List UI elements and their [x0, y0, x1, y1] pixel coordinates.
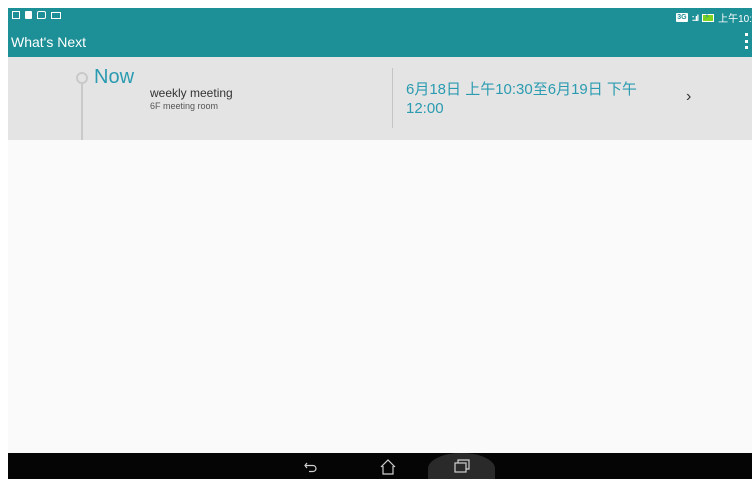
- document-icon: [25, 11, 32, 19]
- home-icon[interactable]: [372, 453, 402, 479]
- image-icon: [12, 11, 20, 19]
- status-icons-left: [12, 11, 61, 19]
- overflow-menu-icon[interactable]: [743, 33, 749, 49]
- navigation-bar: [8, 453, 752, 479]
- sync-icon: [37, 11, 46, 19]
- now-label: Now: [94, 66, 135, 88]
- screen-icon: [51, 12, 61, 19]
- timeline-dot-icon: [76, 72, 88, 84]
- status-bar: 3G :.ıl 上午10:: [8, 8, 752, 25]
- action-bar: What's Next: [8, 25, 752, 57]
- event-title: weekly meeting: [150, 86, 233, 100]
- chevron-right-icon[interactable]: ›: [686, 88, 691, 106]
- status-icons-right: 3G :.ıl 上午10:: [676, 10, 752, 25]
- event-time-range: 6月18日 上午10:30至6月19日 下午12:00: [406, 81, 637, 117]
- battery-charging-icon: [702, 12, 715, 22]
- divider: [392, 68, 393, 128]
- event-list-item[interactable]: Now weekly meeting 6F meeting room 6月18日…: [8, 57, 752, 140]
- signal-icon: :.ıl: [691, 12, 699, 23]
- timeline-line: [81, 79, 83, 140]
- recent-apps-icon[interactable]: [446, 453, 476, 479]
- network-icon: 3G: [676, 13, 688, 22]
- back-icon[interactable]: [296, 453, 326, 479]
- clock: 上午10:: [718, 14, 752, 25]
- event-location: 6F meeting room: [150, 101, 219, 111]
- app-title: What's Next: [11, 34, 87, 50]
- device-screen: 3G :.ıl 上午10: What's Next Now weekly mee…: [8, 8, 752, 479]
